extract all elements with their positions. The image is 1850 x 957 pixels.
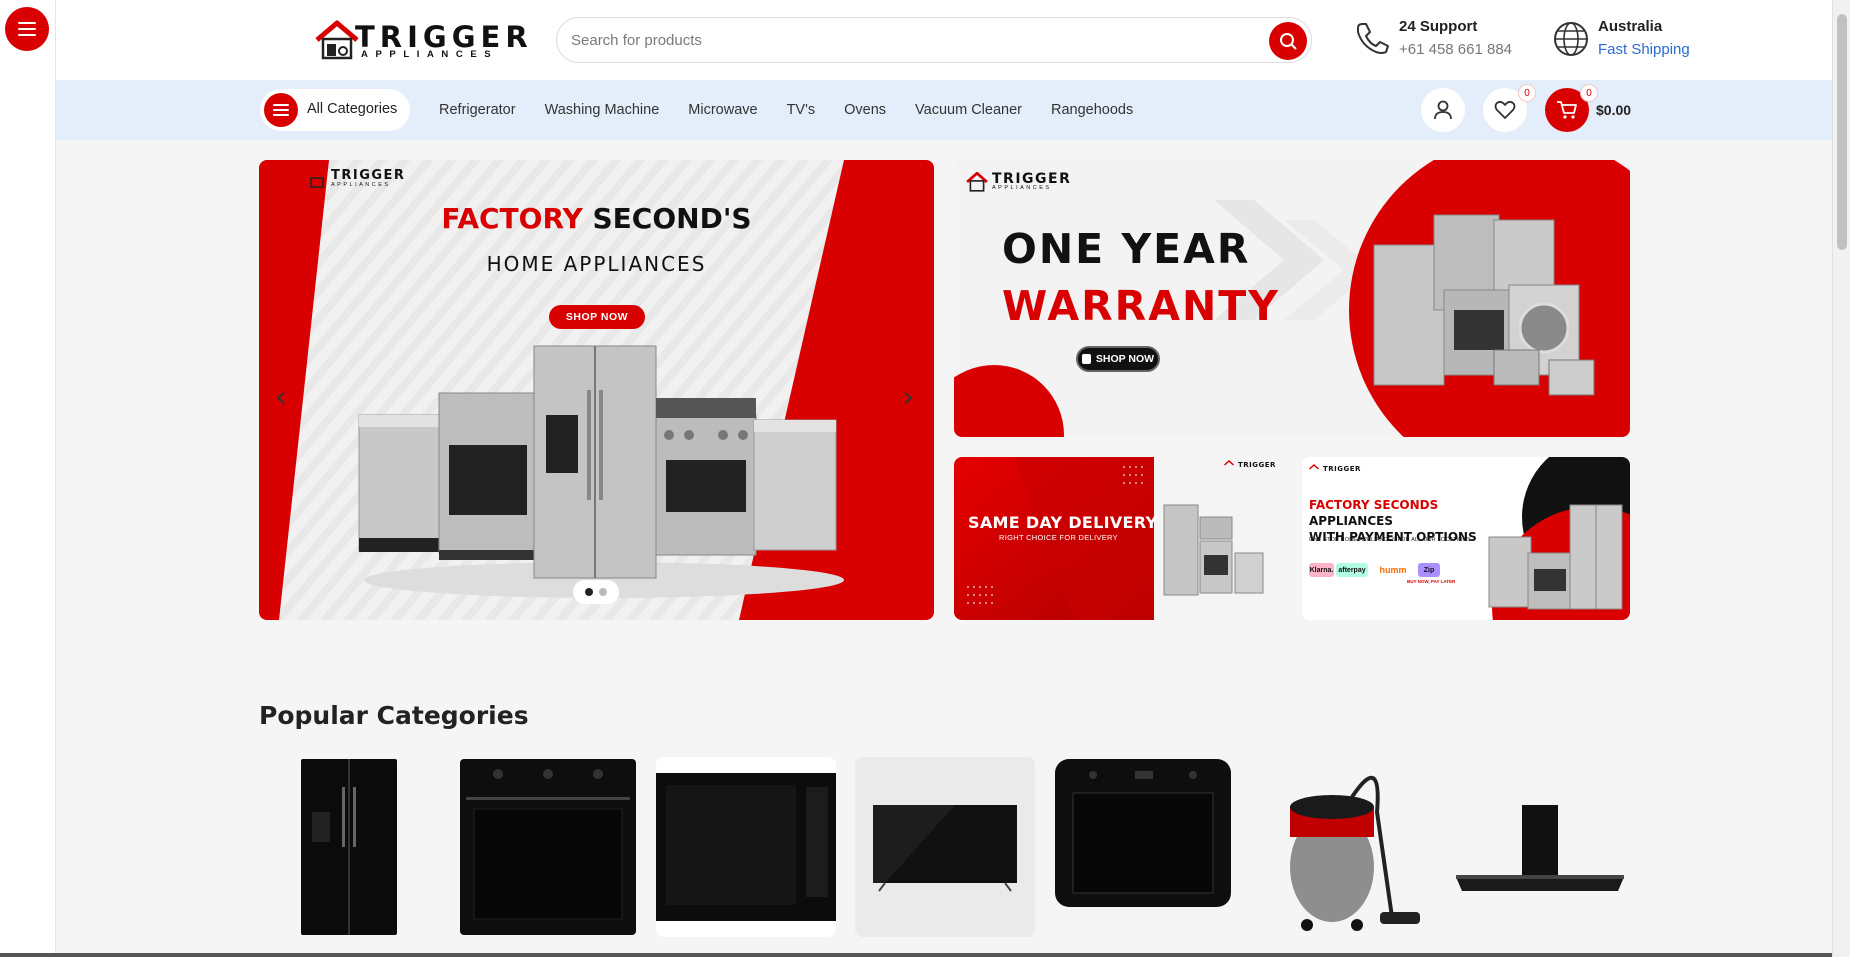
globe-icon <box>1554 22 1588 56</box>
cart-total: $0.00 <box>1596 102 1632 118</box>
warranty-button-label: SHOP NOW <box>1095 353 1155 365</box>
hero-title: FACTORY SECOND'S <box>441 202 752 235</box>
nav-link-vacuum-cleaner[interactable]: Vacuum Cleaner <box>915 102 1022 118</box>
brand-tagline: APPLIANCES <box>361 49 499 60</box>
refrigerator-image <box>301 759 397 935</box>
nav-link-ovens[interactable]: Ovens <box>844 102 886 118</box>
hero-logo: TRIGGER APPLIANCES <box>307 169 405 188</box>
same-day-delivery-banner[interactable]: TRIGGER SAME DAY DELIVERY RIGHT CHOICE F… <box>954 457 1282 620</box>
slider-prev-arrow[interactable]: ‹ <box>275 380 287 415</box>
warranty-logo: TRIGGER APPLIANCES <box>966 172 1071 192</box>
site-header: TRIGGER APPLIANCES 24 Support +61 458 66… <box>56 0 1832 80</box>
hero-slider[interactable]: TRIGGER APPLIANCES FACTORY SECOND'S HOME … <box>259 160 934 620</box>
account-button[interactable] <box>1421 88 1465 132</box>
category-card-microwave[interactable] <box>656 757 836 937</box>
cart-button[interactable]: 0 <box>1545 85 1597 132</box>
support-title: 24 Support <box>1399 18 1478 35</box>
vacuum-cleaner-image <box>1290 775 1420 931</box>
brand-name: TRIGGER <box>355 20 533 54</box>
payment-subtitle: ONE STOP HOME APPLIANCES FOR ALL OUR LOC… <box>1309 537 1471 543</box>
warranty-line-2: WARRANTY <box>1002 282 1280 330</box>
scrollbar-thumb[interactable] <box>1837 14 1847 250</box>
wishlist-count: 0 <box>1519 85 1535 101</box>
category-card-vacuum-cleaner[interactable] <box>1252 757 1432 937</box>
cart-count: 0 <box>1581 85 1597 101</box>
country-label: Australia <box>1598 18 1663 35</box>
left-rail <box>0 0 56 957</box>
hero-subtitle: HOME APPLIANCES <box>486 252 707 276</box>
slider-next-arrow[interactable]: › <box>902 380 914 415</box>
hero-shop-now-button[interactable]: SHOP NOW <box>549 305 645 329</box>
nav-link-refrigerator[interactable]: Refrigerator <box>439 102 516 118</box>
search-icon <box>1280 33 1297 50</box>
slide-dot-2[interactable] <box>599 588 607 596</box>
rangehood-image <box>1456 805 1624 891</box>
horizontal-scrollbar[interactable] <box>0 953 1832 957</box>
category-card-tv[interactable] <box>855 757 1035 937</box>
slide-dot-1[interactable] <box>585 588 593 596</box>
nav-link-tvs[interactable]: TV's <box>787 102 816 118</box>
zip-logo: Zip <box>1418 563 1440 577</box>
all-categories-label: All Categories <box>307 101 398 117</box>
klarna-logo: Klarna. <box>1309 563 1334 577</box>
fast-shipping-link[interactable]: Fast Shipping <box>1598 41 1690 58</box>
heart-icon <box>1494 100 1516 119</box>
warranty-line-1: ONE YEAR <box>1002 225 1251 273</box>
search-button[interactable] <box>1269 22 1307 60</box>
vertical-scrollbar[interactable] <box>1832 0 1850 957</box>
same-day-logo: TRIGGER <box>1224 459 1276 471</box>
search-input[interactable] <box>571 18 1211 62</box>
house-logo-icon <box>315 20 359 60</box>
same-day-subtitle: RIGHT CHOICE FOR DELIVERY <box>999 533 1118 542</box>
user-icon <box>1434 100 1452 120</box>
oven-image <box>460 759 636 935</box>
humm-logo: humm <box>1370 563 1416 577</box>
category-nav: All Categories Refrigerator Washing Mach… <box>56 80 1832 140</box>
category-card-refrigerator[interactable] <box>259 757 439 937</box>
search-bar <box>556 17 1312 63</box>
category-card-oven[interactable] <box>458 757 638 937</box>
warranty-banner[interactable]: TRIGGER APPLIANCES ONE YEAR WARRANTY SHOP… <box>954 160 1630 437</box>
all-categories-button[interactable]: All Categories <box>260 89 410 131</box>
microwave-image <box>656 757 836 937</box>
payment-logo: TRIGGER <box>1309 463 1361 475</box>
bag-icon <box>1081 354 1091 364</box>
side-menu-button[interactable] <box>5 7 49 51</box>
support-phone[interactable]: +61 458 661 884 <box>1399 41 1512 58</box>
menu-icon <box>18 22 36 36</box>
nav-links: Refrigerator Washing Machine Microwave T… <box>439 80 1162 140</box>
warranty-shop-now-button[interactable]: SHOP NOW <box>1076 346 1160 372</box>
brand-logo[interactable]: TRIGGER APPLIANCES <box>315 20 528 60</box>
phone-support-icon <box>1357 23 1389 54</box>
slider-dots <box>573 580 619 604</box>
category-card-rangehood[interactable] <box>1450 757 1630 937</box>
same-day-title: SAME DAY DELIVERY <box>968 513 1158 532</box>
afterpay-logo: afterpay <box>1336 563 1368 577</box>
nav-link-rangehoods[interactable]: Rangehoods <box>1051 102 1133 118</box>
popular-categories-title: Popular Categories <box>259 701 529 730</box>
payment-note: BUY NOW, PAY LATER <box>1407 579 1456 584</box>
nav-link-washing-machine[interactable]: Washing Machine <box>545 102 660 118</box>
payment-options-banner[interactable]: TRIGGER FACTORY SECONDS APPLIANCES WITH … <box>1302 457 1630 620</box>
cart-icon <box>1557 101 1577 119</box>
category-card-built-in-oven[interactable] <box>1053 757 1233 937</box>
nav-link-microwave[interactable]: Microwave <box>688 102 757 118</box>
categories-menu-icon <box>264 93 298 127</box>
built-in-oven-image <box>1055 759 1231 907</box>
tv-image <box>873 805 1017 892</box>
wishlist-button[interactable]: 0 <box>1483 85 1535 132</box>
